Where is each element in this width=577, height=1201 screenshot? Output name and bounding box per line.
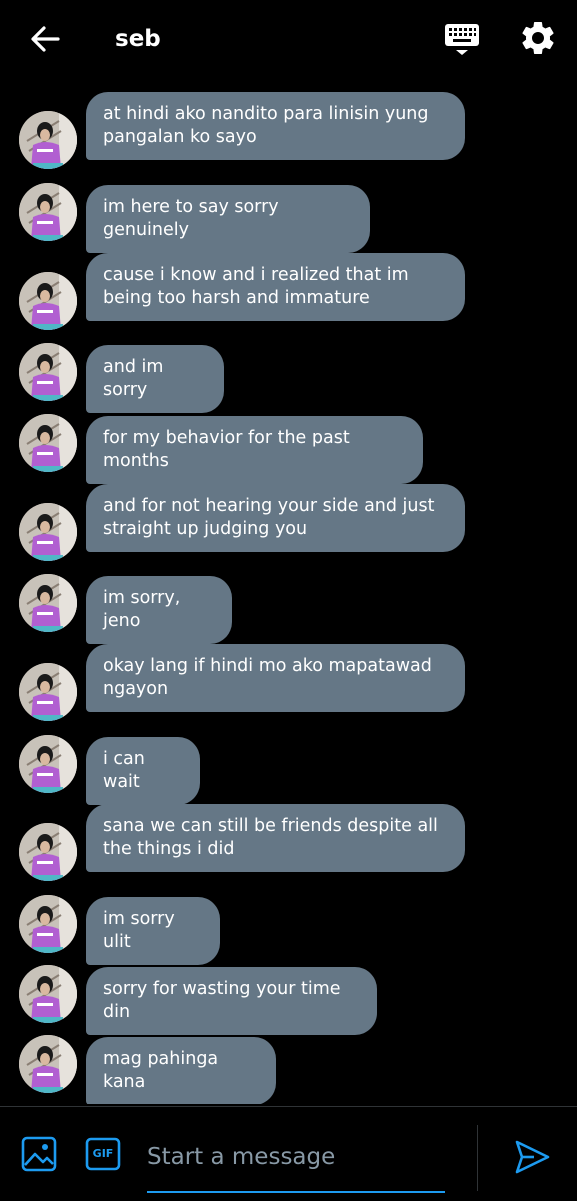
gear-icon [522,22,554,54]
message-bubble[interactable]: mag pahinga kana [86,1037,276,1104]
avatar-photo [19,503,77,561]
avatar[interactable] [19,735,77,793]
avatar[interactable] [19,414,77,472]
arrow-left-icon [31,26,60,52]
avatar[interactable] [19,965,77,1023]
message-bubble[interactable]: im sorry ulit [86,897,220,965]
avatar[interactable] [19,574,77,632]
message-bubble[interactable]: im sorry, jeno [86,576,232,644]
add-gif-button[interactable]: GIF [85,1137,121,1171]
avatar-photo [19,272,77,330]
send-icon [515,1140,550,1174]
avatar-photo [19,183,77,241]
avatar[interactable] [19,272,77,330]
avatar-photo [19,111,77,169]
message-input-wrapper [147,1129,445,1193]
message-list[interactable]: at hindi ako nandito para linisin yung p… [0,78,577,1104]
gif-label: GIF [92,1147,114,1160]
message-bubble[interactable]: and for not hearing your side and just s… [86,484,465,552]
avatar-photo [19,1035,77,1093]
avatar[interactable] [19,663,77,721]
message-bubble[interactable]: at hindi ako nandito para linisin yung p… [86,92,465,160]
avatar[interactable] [19,343,77,401]
image-icon [21,1136,57,1172]
avatar[interactable] [19,503,77,561]
avatar[interactable] [19,1035,77,1093]
message-composer: GIF [0,1106,577,1201]
conversation-header: seb [0,0,577,78]
message-bubble[interactable]: im here to say sorry genuinely [86,185,370,253]
settings-button[interactable] [518,18,558,58]
avatar[interactable] [19,111,77,169]
add-image-button[interactable] [20,1135,58,1173]
avatar-photo [19,735,77,793]
message-bubble[interactable]: and im sorry [86,345,224,413]
message-bubble[interactable]: sana we can still be friends despite all… [86,804,465,872]
message-input[interactable] [147,1137,445,1177]
avatar-photo [19,414,77,472]
back-button[interactable] [28,22,62,56]
keyboard-button[interactable] [443,20,481,58]
message-bubble[interactable]: cause i know and i realized that im bein… [86,253,465,321]
conversation-title: seb [115,26,161,52]
avatar-photo [19,343,77,401]
avatar[interactable] [19,183,77,241]
message-bubble[interactable]: for my behavior for the past months [86,416,423,484]
avatar-photo [19,965,77,1023]
send-button[interactable] [512,1137,552,1177]
avatar-photo [19,895,77,953]
message-bubble[interactable]: i can wait [86,737,200,805]
avatar[interactable] [19,823,77,881]
avatar-photo [19,823,77,881]
avatar-photo [19,663,77,721]
composer-divider [477,1125,478,1191]
keyboard-icon [445,24,479,55]
message-bubble[interactable]: okay lang if hindi mo ako mapatawad ngay… [86,644,465,712]
message-bubble[interactable]: sorry for wasting your time din [86,967,377,1035]
avatar-photo [19,574,77,632]
avatar[interactable] [19,895,77,953]
